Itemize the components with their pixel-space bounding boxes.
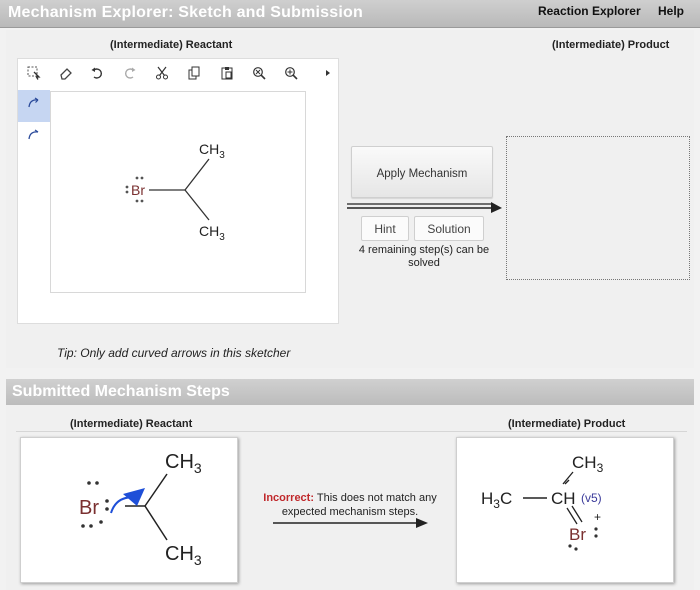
left-methyl: H3C [481, 489, 512, 511]
more-icon[interactable] [320, 66, 336, 82]
reaction-arrow-icon [347, 202, 502, 213]
bromine-atom: Br [131, 182, 145, 198]
solution-button[interactable]: Solution [414, 216, 484, 241]
reactant-sketcher: Br CH3 CH3 [17, 58, 339, 324]
submitted-steps-header: Submitted Mechanism Steps [6, 379, 694, 405]
submitted-reactant-card[interactable]: Br CH3 CH3 [20, 437, 238, 583]
cut-icon[interactable] [154, 66, 170, 82]
curved-arrow-one-electron-icon[interactable] [18, 122, 50, 154]
positive-charge: + [594, 510, 601, 524]
hint-button[interactable]: Hint [361, 216, 409, 241]
zoom-out-icon[interactable] [251, 66, 267, 82]
bromine-atom: Br [569, 525, 586, 544]
submitted-reactant-label: (Intermediate) Reactant [70, 418, 193, 430]
submitted-reaction-arrow-icon [273, 518, 428, 528]
valence-warning: (v5) [581, 491, 602, 505]
paste-icon[interactable] [219, 66, 235, 82]
bromine-atom: Br [79, 497, 99, 519]
methyl-bottom: CH3 [199, 223, 225, 243]
sketch-canvas[interactable]: Br CH3 CH3 [50, 91, 306, 293]
feedback-status: Incorrect: [263, 492, 315, 504]
title-bar: Mechanism Explorer: Sketch and Submissio… [0, 0, 700, 28]
methyl-top: CH3 [199, 141, 225, 161]
copy-icon[interactable] [186, 66, 202, 82]
step-feedback: Incorrect: This does not match any expec… [255, 491, 445, 519]
zoom-in-icon[interactable] [283, 66, 299, 82]
methyl-top: CH3 [165, 451, 202, 476]
reaction-explorer-link[interactable]: Reaction Explorer [538, 4, 641, 18]
sketch-product-label: (Intermediate) Product [552, 39, 670, 51]
undo-icon[interactable] [89, 66, 105, 82]
eraser-icon[interactable] [58, 66, 74, 82]
submitted-steps-title: Submitted Mechanism Steps [12, 383, 230, 400]
help-link[interactable]: Help [658, 4, 684, 18]
c-ch3-top-bond [184, 158, 210, 191]
curved-arrow-two-electron-icon[interactable] [18, 90, 50, 122]
methyl-bottom: CH3 [165, 543, 202, 568]
sketch-molecule: Br CH3 CH3 [125, 141, 225, 243]
submitted-reactant-molecule: Br CH3 CH3 [79, 451, 202, 568]
submitted-product-label: (Intermediate) Product [508, 418, 626, 430]
submitted-product-molecule: H3C CH (v5) CH3 Br + [481, 453, 604, 551]
apply-mechanism-button[interactable]: Apply Mechanism [351, 146, 493, 198]
header-links: Reaction Explorer Help [524, 4, 684, 18]
window-title: Mechanism Explorer: Sketch and Submissio… [8, 4, 363, 21]
submitted-divider [16, 431, 687, 432]
redo-icon[interactable] [122, 66, 138, 82]
submitted-product-card[interactable]: H3C CH (v5) CH3 Br + [456, 437, 674, 583]
select-icon[interactable] [26, 66, 42, 82]
sketcher-tip: Tip: Only add curved arrows in this sket… [57, 346, 291, 360]
center-carbon: CH [551, 489, 576, 508]
top-methyl: CH3 [572, 453, 604, 475]
product-drop-area [506, 136, 690, 280]
c-ch3-bottom-bond [184, 189, 210, 221]
remaining-steps-text: 4 remaining step(s) can be solved [358, 244, 490, 269]
sketch-reactant-label: (Intermediate) Reactant [110, 39, 233, 51]
